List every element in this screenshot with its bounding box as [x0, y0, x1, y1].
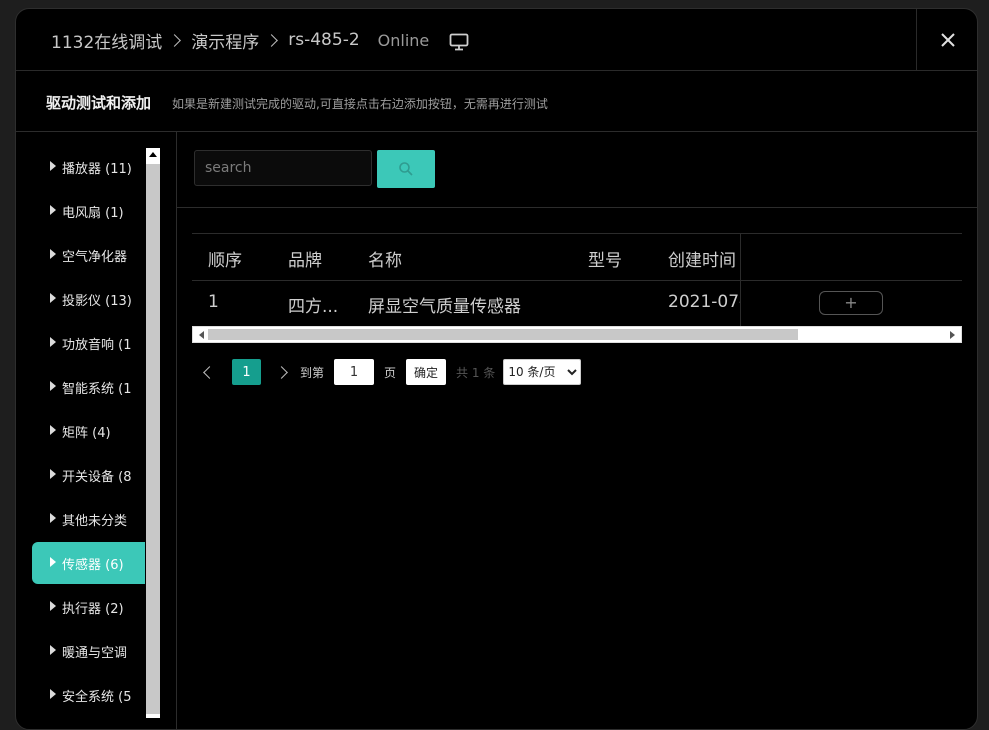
scroll-right-icon[interactable] — [950, 331, 955, 339]
scroll-left-icon[interactable] — [199, 331, 204, 339]
caret-right-icon — [50, 161, 56, 171]
sidebar-scrollbar[interactable] — [146, 148, 160, 718]
page-unit-label: 页 — [384, 365, 397, 380]
caret-right-icon — [50, 645, 56, 655]
page-size-select[interactable]: 10 条/页 — [503, 359, 582, 385]
sidebar-item-label: 安全系统 (5 — [62, 689, 132, 705]
caret-right-icon — [50, 469, 56, 479]
caret-right-icon — [50, 337, 56, 347]
sidebar-item-label: 播放器 (11) — [62, 161, 132, 177]
caret-right-icon — [50, 513, 56, 523]
breadcrumb: 1132在线调试 演示程序 rs-485-2 Online — [51, 27, 469, 53]
breadcrumb-item-program[interactable]: 演示程序 — [191, 28, 259, 53]
section-description: 如果是新建测试完成的驱动,可直接点击右边添加按钮，无需再进行测试 — [172, 97, 548, 111]
pagination: 1 到第 页 确定 共 1 条 10 条/页 — [203, 359, 582, 385]
sidebar-item-label: 其他未分类 — [62, 513, 128, 529]
sidebar-item-amplifier[interactable]: 功放音响 (1 — [32, 322, 145, 364]
cell-name: 屏显空气质量传感器 — [368, 297, 521, 317]
sidebar-item-projector[interactable]: 投影仪 (13) — [32, 278, 145, 320]
search-bar — [177, 132, 977, 208]
chevron-right-icon — [168, 33, 182, 47]
table-row: 1 四方... 屏显空气质量传感器 2021-07- + — [192, 280, 962, 327]
sidebar-item-actuator[interactable]: 执行器 (2) — [32, 586, 145, 628]
close-icon — [940, 32, 955, 47]
breadcrumb-item-port: rs-485-2 — [288, 30, 360, 50]
sidebar-item-label: 电风扇 (1) — [62, 205, 124, 221]
caret-right-icon — [50, 249, 56, 259]
sidebar-item-label: 开关设备 (8 — [62, 469, 132, 485]
sidebar-item-switch-device[interactable]: 开关设备 (8 — [32, 454, 145, 496]
driver-modal: 1132在线调试 演示程序 rs-485-2 Online 驱动测试和添加 如果… — [15, 8, 978, 730]
goto-label: 到第 — [300, 365, 325, 380]
modal-header: 1132在线调试 演示程序 rs-485-2 Online — [16, 9, 977, 71]
table-horizontal-scrollbar[interactable] — [192, 326, 962, 343]
category-sidebar: 播放器 (11) 电风扇 (1) 空气净化器 投影仪 (13) 功放音响 (1 … — [16, 132, 177, 729]
add-driver-button[interactable]: + — [819, 291, 883, 315]
cell-index: 1 — [208, 292, 219, 312]
caret-right-icon — [50, 293, 56, 303]
column-header-created: 创建时间 — [668, 251, 736, 271]
monitor-icon[interactable] — [449, 33, 469, 51]
caret-right-icon — [50, 689, 56, 699]
caret-right-icon — [50, 601, 56, 611]
goto-page-input[interactable] — [334, 359, 375, 385]
caret-right-icon — [50, 425, 56, 435]
sidebar-item-fan[interactable]: 电风扇 (1) — [32, 190, 145, 232]
scrollbar-thumb[interactable] — [208, 329, 798, 340]
breadcrumb-item-project[interactable]: 1132在线调试 — [51, 28, 162, 53]
section-title: 驱动测试和添加 — [46, 94, 152, 112]
column-header-model: 型号 — [588, 251, 622, 271]
chevron-right-icon — [265, 33, 279, 47]
sidebar-item-uncategorized[interactable]: 其他未分类 — [32, 498, 145, 540]
sidebar-item-label: 投影仪 (13) — [62, 293, 132, 309]
sidebar-item-label: 空气净化器 — [62, 249, 128, 265]
sidebar-item-player[interactable]: 播放器 (11) — [32, 146, 145, 188]
search-input[interactable] — [194, 150, 372, 186]
driver-table: 顺序 品牌 名称 型号 创建时间 1 四方... 屏显空气质量传感器 2021-… — [192, 233, 962, 343]
section-header: 驱动测试和添加 如果是新建测试完成的驱动,可直接点击右边添加按钮，无需再进行测试 — [16, 71, 977, 132]
sidebar-item-label: 传感器 (6) — [62, 557, 124, 573]
status-badge: Online — [377, 30, 430, 50]
caret-right-icon — [50, 381, 56, 391]
column-header-brand: 品牌 — [288, 251, 322, 271]
close-button[interactable] — [916, 9, 977, 70]
search-button[interactable] — [377, 150, 435, 188]
fixed-column-divider — [740, 233, 741, 326]
sidebar-item-label: 功放音响 (1 — [62, 337, 132, 353]
sidebar-item-label: 智能系统 (1 — [62, 381, 132, 397]
cell-brand: 四方... — [288, 297, 339, 317]
prev-page-icon[interactable] — [203, 365, 216, 379]
next-page-icon[interactable] — [275, 365, 288, 379]
sidebar-item-sensor[interactable]: 传感器 (6) — [32, 542, 145, 584]
column-header-name: 名称 — [368, 251, 402, 271]
sidebar-item-label: 暖通与空调 — [62, 645, 128, 661]
column-header-index: 顺序 — [208, 251, 242, 271]
caret-right-icon — [50, 205, 56, 215]
sidebar-item-label: 矩阵 (4) — [62, 425, 111, 441]
sidebar-item-hvac[interactable]: 暖通与空调 — [32, 630, 145, 672]
goto-confirm-button[interactable]: 确定 — [406, 359, 447, 385]
table-header: 顺序 品牌 名称 型号 创建时间 — [192, 233, 962, 281]
sidebar-item-security[interactable]: 安全系统 (5 — [32, 674, 145, 716]
caret-right-icon — [50, 557, 56, 567]
scroll-up-icon[interactable] — [149, 152, 157, 157]
cell-created: 2021-07- — [668, 292, 740, 312]
sidebar-item-matrix[interactable]: 矩阵 (4) — [32, 410, 145, 452]
sidebar-item-label: 执行器 (2) — [62, 601, 124, 617]
sidebar-item-air-purifier[interactable]: 空气净化器 — [32, 234, 145, 276]
search-icon — [399, 162, 413, 176]
sidebar-item-smart-system[interactable]: 智能系统 (1 — [32, 366, 145, 408]
page-number-current[interactable]: 1 — [232, 359, 261, 385]
scrollbar-thumb[interactable] — [146, 164, 160, 714]
main-content: 顺序 品牌 名称 型号 创建时间 1 四方... 屏显空气质量传感器 2021-… — [177, 132, 977, 729]
total-count: 共 1 条 — [456, 365, 496, 380]
